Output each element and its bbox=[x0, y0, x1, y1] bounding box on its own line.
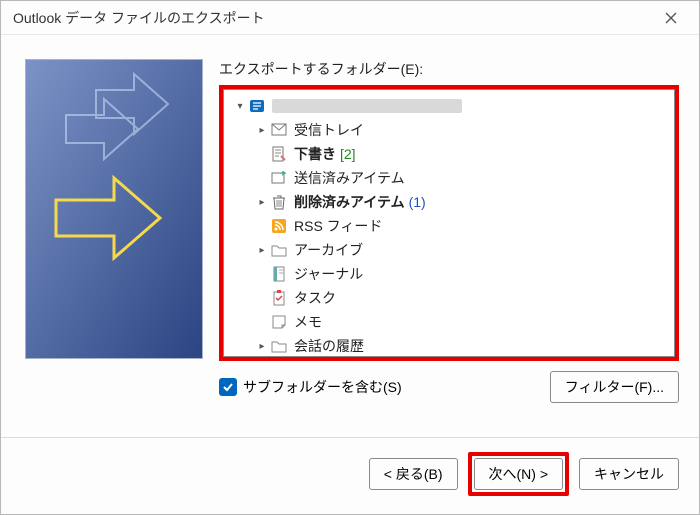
tree-item-label: アーカイブ bbox=[294, 240, 363, 260]
tree-item-journal[interactable]: ジャーナル bbox=[224, 262, 674, 286]
highlight-box-tree: ▾ ▸ 受信トレイ bbox=[219, 85, 679, 361]
chevron-right-icon: ▸ bbox=[254, 341, 270, 352]
account-name-redacted bbox=[272, 99, 462, 113]
tree-item-conversation-history[interactable]: ▸ 会話の履歴 bbox=[224, 334, 674, 357]
close-icon bbox=[665, 12, 677, 24]
tree-item-deleted[interactable]: ▸ 削除済みアイテム (1) bbox=[224, 190, 674, 214]
tree-item-label: RSS フィード bbox=[294, 216, 382, 236]
exchange-icon bbox=[248, 97, 266, 115]
tree-item-rss[interactable]: RSS フィード bbox=[224, 214, 674, 238]
tree-item-label: 会話の履歴 bbox=[294, 336, 364, 356]
next-button[interactable]: 次へ(N) > bbox=[474, 458, 564, 490]
note-icon bbox=[270, 313, 288, 331]
folder-icon bbox=[270, 337, 288, 355]
rss-icon bbox=[270, 217, 288, 235]
tree-item-archive[interactable]: ▸ アーカイブ bbox=[224, 238, 674, 262]
journal-icon bbox=[270, 265, 288, 283]
tree-item-label: 受信トレイ bbox=[294, 120, 364, 140]
cancel-button[interactable]: キャンセル bbox=[579, 458, 679, 490]
trash-icon bbox=[270, 193, 288, 211]
filter-button[interactable]: フィルター(F)... bbox=[550, 371, 679, 403]
inbox-icon bbox=[270, 121, 288, 139]
tree-item-label: 下書き bbox=[294, 144, 336, 164]
close-button[interactable] bbox=[651, 4, 691, 32]
chevron-right-icon: ▸ bbox=[254, 197, 270, 208]
export-dialog: Outlook データ ファイルのエクスポート bbox=[0, 0, 700, 515]
tree-item-label: メモ bbox=[294, 312, 322, 332]
folder-icon bbox=[270, 241, 288, 259]
tree-item-inbox[interactable]: ▸ 受信トレイ bbox=[224, 118, 674, 142]
count-badge: [2] bbox=[340, 146, 356, 162]
sent-icon bbox=[270, 169, 288, 187]
highlight-box-next: 次へ(N) > bbox=[468, 452, 570, 496]
tree-item-label: 送信済みアイテム bbox=[294, 168, 405, 188]
count-badge: (1) bbox=[409, 194, 426, 210]
tree-item-sent[interactable]: 送信済みアイテム bbox=[224, 166, 674, 190]
wizard-art bbox=[25, 59, 203, 359]
tree-item-label: 削除済みアイテム bbox=[294, 192, 405, 212]
draft-icon bbox=[270, 145, 288, 163]
checkbox-label: サブフォルダーを含む(S) bbox=[243, 377, 402, 397]
chevron-down-icon: ▾ bbox=[232, 101, 248, 112]
folder-label: エクスポートするフォルダー(E): bbox=[219, 59, 679, 79]
tree-root[interactable]: ▾ bbox=[224, 94, 674, 118]
back-button[interactable]: < 戻る(B) bbox=[369, 458, 458, 490]
tree-item-tasks[interactable]: タスク bbox=[224, 286, 674, 310]
checkbox-checked-icon bbox=[219, 378, 237, 396]
chevron-right-icon: ▸ bbox=[254, 245, 270, 256]
include-subfolders-checkbox[interactable]: サブフォルダーを含む(S) bbox=[219, 377, 402, 397]
dialog-footer: < 戻る(B) 次へ(N) > キャンセル bbox=[1, 437, 699, 514]
tree-item-label: タスク bbox=[294, 288, 336, 308]
task-icon bbox=[270, 289, 288, 307]
tree-item-notes[interactable]: メモ bbox=[224, 310, 674, 334]
tree-item-drafts[interactable]: 下書き [2] bbox=[224, 142, 674, 166]
dialog-title: Outlook データ ファイルのエクスポート bbox=[13, 8, 265, 28]
chevron-right-icon: ▸ bbox=[254, 125, 270, 136]
folder-tree[interactable]: ▾ ▸ 受信トレイ bbox=[223, 89, 675, 357]
tree-item-label: ジャーナル bbox=[294, 264, 363, 284]
titlebar: Outlook データ ファイルのエクスポート bbox=[1, 1, 699, 35]
